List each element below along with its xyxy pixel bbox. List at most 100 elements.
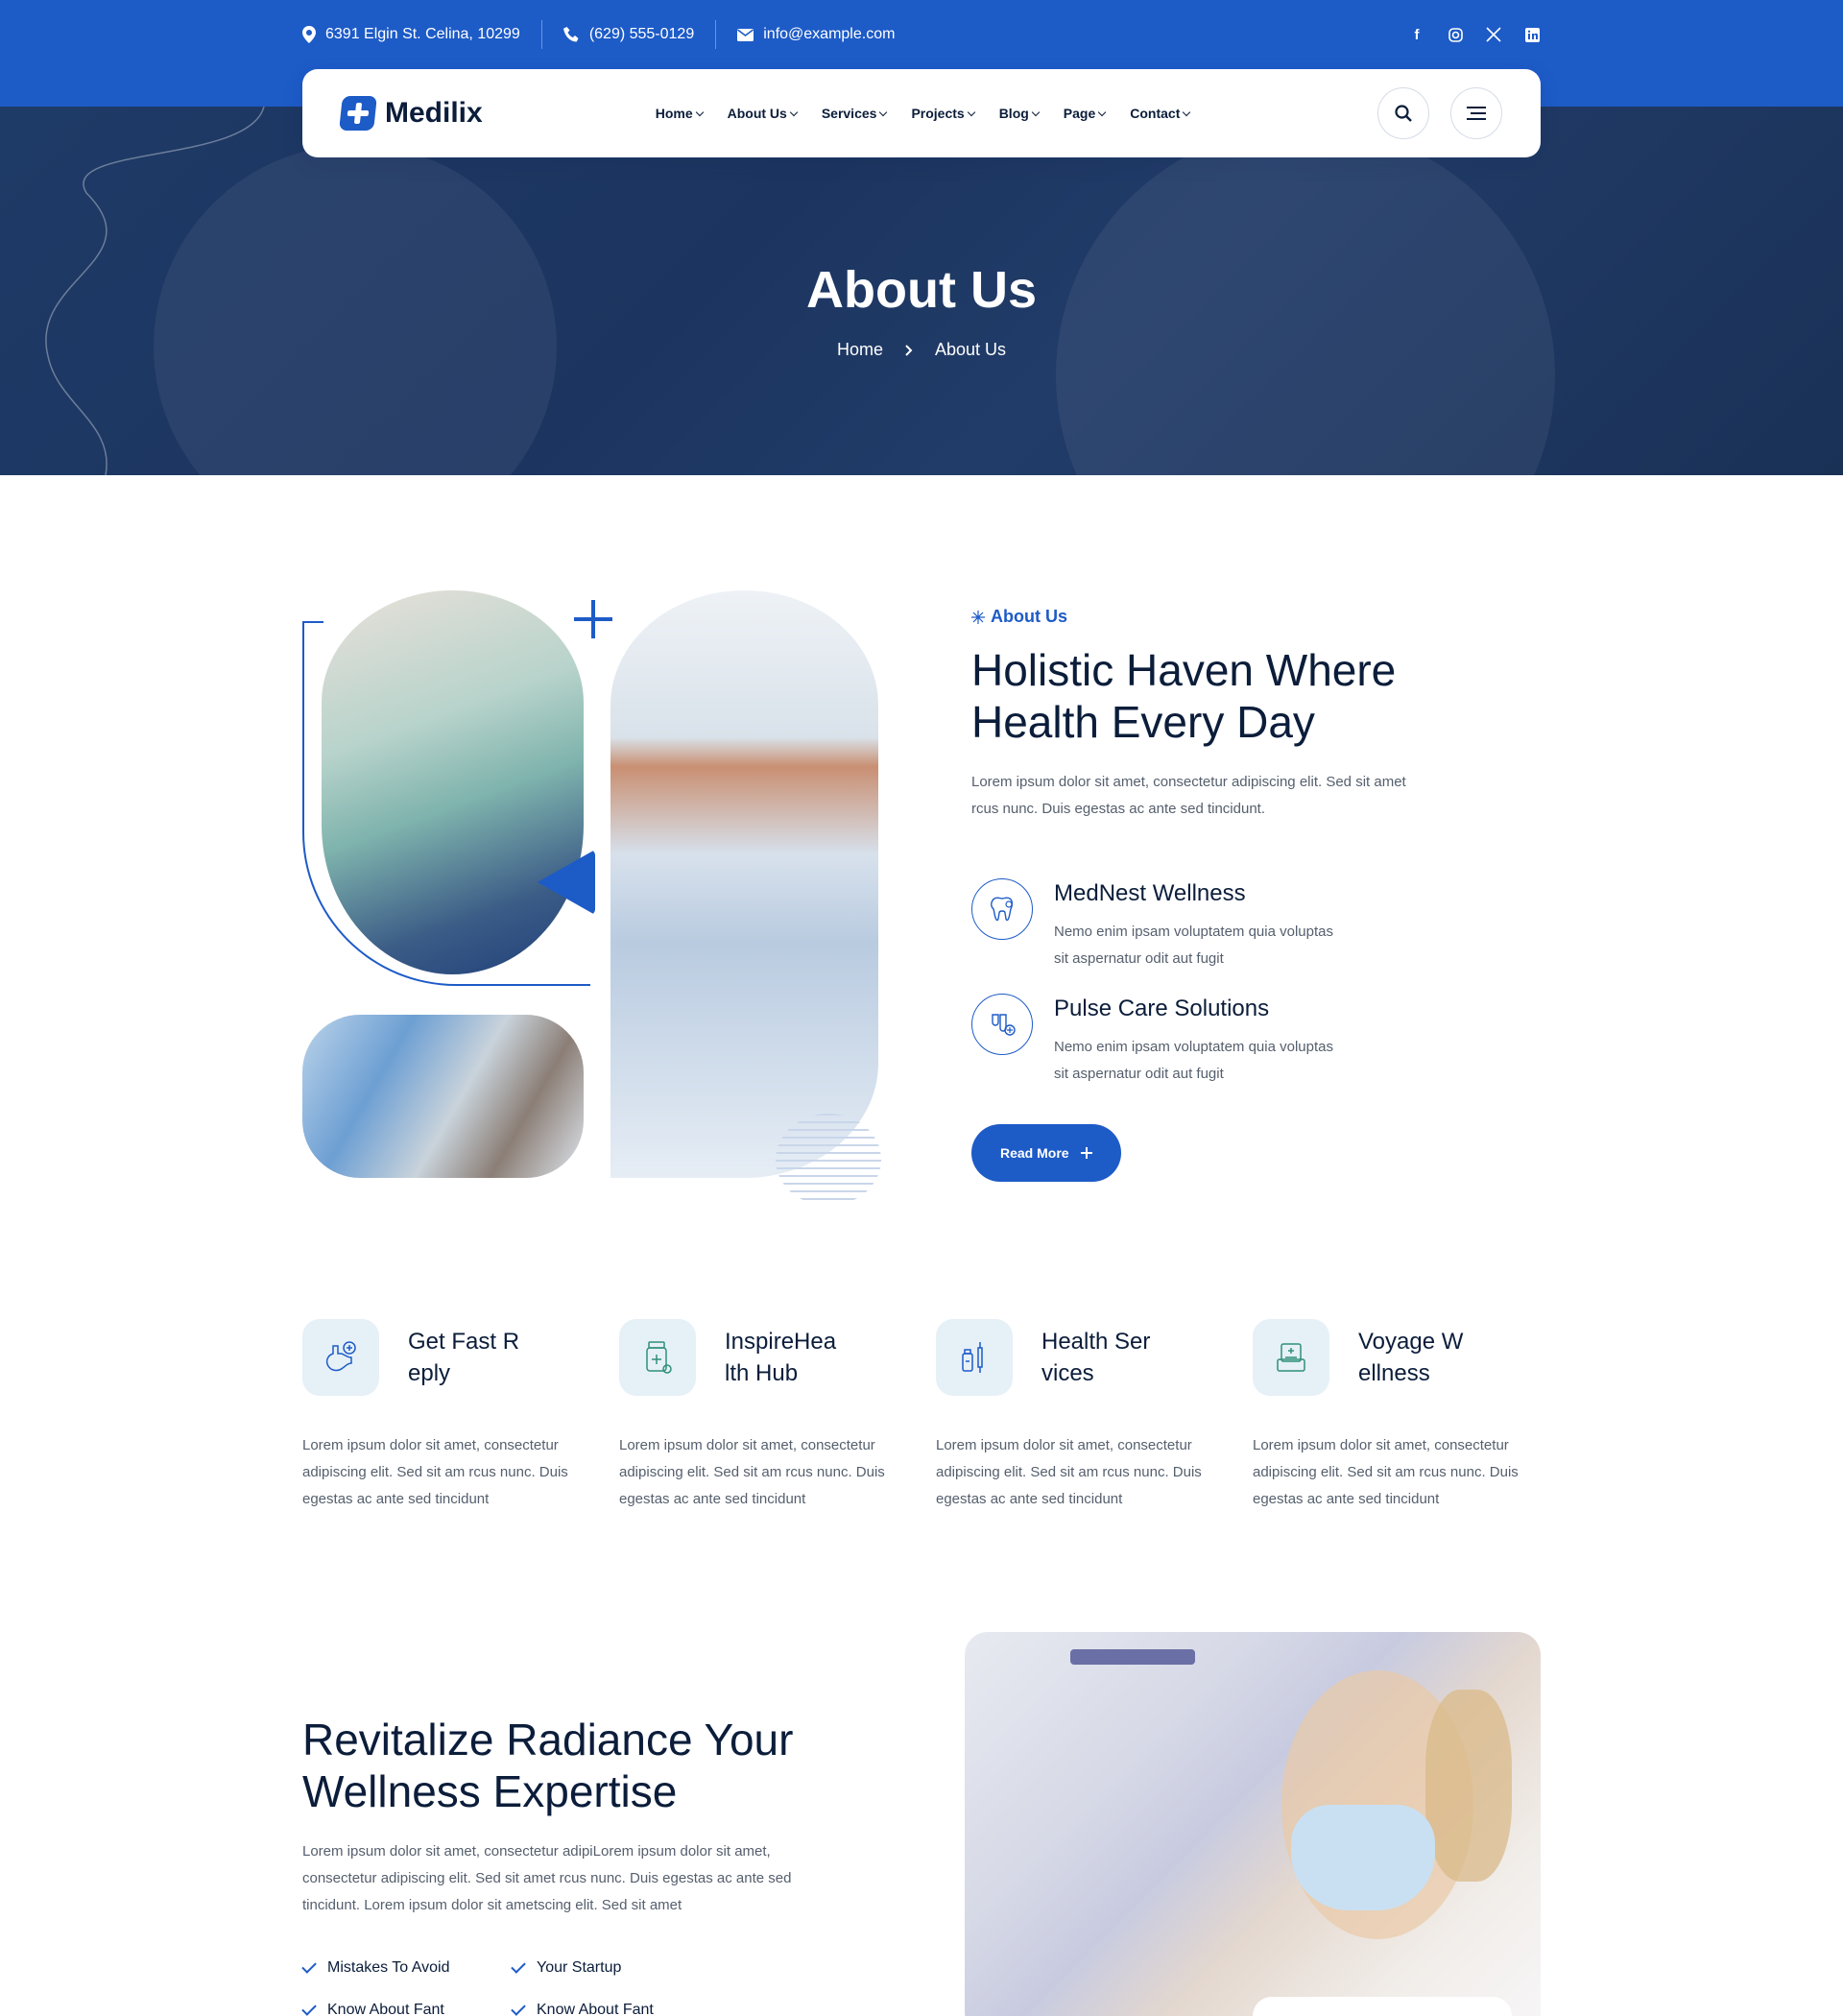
checklist-label: Your Startup: [537, 1959, 622, 1976]
email-item[interactable]: info@example.com: [737, 26, 895, 43]
section-description: Lorem ipsum dolor sit amet, consectetur …: [302, 1838, 869, 1919]
x-icon[interactable]: [1485, 26, 1502, 43]
menu-label: Projects: [911, 106, 965, 121]
chevron-down-icon: [967, 108, 975, 116]
card-line: Lorem ipsum dolor sit amet, consectetur: [302, 1437, 559, 1453]
section-heading: Holistic Haven Where Health Every Day: [971, 644, 1541, 748]
photo-shape: [1425, 1690, 1512, 1882]
button-label: Read More: [1000, 1145, 1069, 1161]
service-cards: Get Fast Reply Lorem ipsum dolor sit ame…: [302, 1319, 1541, 1513]
main-navbar: Medilix Home About Us Services Projects …: [302, 69, 1541, 157]
card-line: egestas ac ante sed tincidunt: [1253, 1491, 1440, 1507]
read-more-button[interactable]: Read More: [971, 1124, 1121, 1182]
feature-body: Pulse Care Solutions Nemo enim ipsam vol…: [1054, 994, 1333, 1088]
feature-body: MedNest Wellness Nemo enim ipsam volupta…: [1054, 878, 1333, 972]
feature-line: Nemo enim ipsam voluptatem quia voluptas: [1054, 924, 1333, 940]
card-description: Lorem ipsum dolor sit amet, consectetur …: [936, 1432, 1224, 1513]
medicine-bottle-icon: [619, 1319, 696, 1396]
card-description: Lorem ipsum dolor sit amet, consectetur …: [302, 1432, 590, 1513]
linkedin-icon[interactable]: [1523, 26, 1541, 43]
menu-toggle-button[interactable]: [1450, 87, 1502, 139]
menu-item-contact[interactable]: Contact: [1130, 106, 1191, 121]
description-line: rcus nunc. Duis egestas ac ante sed tinc…: [971, 801, 1266, 817]
card-line: egestas ac ante sed tincidunt: [302, 1491, 490, 1507]
menu-item-projects[interactable]: Projects: [911, 106, 975, 121]
plus-icon: [1080, 1147, 1092, 1159]
checklist-item: Mistakes To Avoid: [301, 1958, 512, 1977]
card-title: Get Fast Reply: [408, 1329, 520, 1386]
menu-label: Contact: [1130, 106, 1181, 121]
description-line: Lorem ipsum dolor sit amet, consectetur …: [971, 774, 1406, 790]
checklist-label: Mistakes To Avoid: [327, 1959, 450, 1976]
dentist-at-work-photo: [965, 1632, 1541, 2016]
menu-item-page[interactable]: Page: [1063, 106, 1107, 121]
menu-item-home[interactable]: Home: [655, 106, 704, 121]
search-button[interactable]: [1377, 87, 1429, 139]
chevron-right-icon: [905, 345, 913, 356]
heading-line: Health Every Day: [971, 697, 1315, 747]
feature-item: MedNest Wellness Nemo enim ipsam volupta…: [971, 878, 1541, 972]
menu-item-about[interactable]: About Us: [728, 106, 799, 121]
service-card[interactable]: Get Fast Reply Lorem ipsum dolor sit ame…: [302, 1319, 590, 1513]
medical-tools-icon: [971, 994, 1033, 1055]
breadcrumb-home[interactable]: Home: [837, 340, 883, 361]
social-links: f: [1408, 26, 1541, 43]
menu-label: Home: [655, 106, 693, 121]
tooth-icon: [971, 878, 1033, 940]
vaccine-vial-icon: [936, 1319, 1013, 1396]
description-line: consectetur adipiscing elit. Sed sit ame…: [302, 1870, 792, 1886]
menu-label: Services: [821, 106, 877, 121]
phone-item[interactable]: (629) 555-0129: [562, 26, 694, 43]
service-card[interactable]: Health Services Lorem ipsum dolor sit am…: [936, 1319, 1224, 1513]
card-line: egestas ac ante sed tincidunt: [619, 1491, 806, 1507]
page-hero: About Us Home About Us: [0, 107, 1843, 475]
menu-item-blog[interactable]: Blog: [999, 106, 1041, 121]
dental-patient-photo: [302, 1015, 584, 1178]
card-header: Get Fast Reply: [302, 1319, 590, 1396]
instagram-icon[interactable]: [1447, 26, 1464, 43]
section-heading: Revitalize Radiance Your Wellness Expert…: [302, 1714, 869, 1817]
card-line: egestas ac ante sed tincidunt: [936, 1491, 1123, 1507]
chevron-down-icon: [1098, 108, 1107, 116]
check-icon: [511, 1958, 526, 1974]
check-icon: [511, 2001, 526, 2016]
feature-line: Nemo enim ipsam voluptatem quia voluptas: [1054, 1039, 1333, 1055]
envelope-icon: [737, 28, 754, 41]
card-title: InspireHealth Hub: [725, 1329, 837, 1386]
section-description: Lorem ipsum dolor sit amet, consectetur …: [971, 769, 1541, 823]
map-pin-icon: [302, 26, 316, 43]
logo[interactable]: Medilix: [339, 96, 483, 131]
breadcrumb-current: About Us: [934, 340, 1007, 359]
card-line: adipiscing elit. Sed sit am rcus nunc. D…: [936, 1464, 1202, 1480]
divider: [715, 20, 717, 49]
menu-item-services[interactable]: Services: [821, 106, 888, 121]
card-header: InspireHealth Hub: [619, 1319, 907, 1396]
checklist-item: Your Startup: [511, 1958, 721, 1977]
about-content: About Us Holistic Haven Where Health Eve…: [971, 607, 1541, 1182]
about-image-collage: [302, 590, 881, 1206]
card-line: adipiscing elit. Sed sit am rcus nunc. D…: [1253, 1464, 1519, 1480]
address-item: 6391 Elgin St. Celina, 10299: [302, 26, 520, 43]
logo-cross-icon: [339, 96, 377, 131]
facebook-icon[interactable]: f: [1408, 26, 1425, 43]
card-line: Lorem ipsum dolor sit amet, consectetur: [936, 1437, 1192, 1453]
chevron-down-icon: [789, 108, 799, 116]
phone-icon: [562, 26, 579, 41]
check-icon: [301, 2001, 317, 2016]
email-text: info@example.com: [763, 26, 896, 42]
logo-text: Medilix: [385, 97, 483, 129]
feature-line: sit aspernatur odit aut fugit: [1054, 950, 1224, 967]
card-title: Voyage Wellness: [1358, 1329, 1464, 1386]
photo-badge: [1253, 1997, 1512, 2016]
feature-title: Pulse Care Solutions: [1054, 996, 1270, 1021]
eyebrow-text: About Us: [991, 607, 1067, 626]
heading-line: Revitalize Radiance Your: [302, 1715, 794, 1764]
top-bar-content: 6391 Elgin St. Celina, 10299 (629) 555-0…: [302, 0, 1541, 69]
chevron-down-icon: [1183, 108, 1191, 116]
card-line: adipiscing elit. Sed sit am rcus nunc. D…: [619, 1464, 885, 1480]
service-card[interactable]: Voyage Wellness Lorem ipsum dolor sit am…: [1253, 1319, 1541, 1513]
sparkle-icon: [971, 610, 985, 624]
checklist-item: Know About Fant: [301, 2001, 512, 2016]
menu-label: Page: [1063, 106, 1096, 121]
service-card[interactable]: InspireHealth Hub Lorem ipsum dolor sit …: [619, 1319, 907, 1513]
